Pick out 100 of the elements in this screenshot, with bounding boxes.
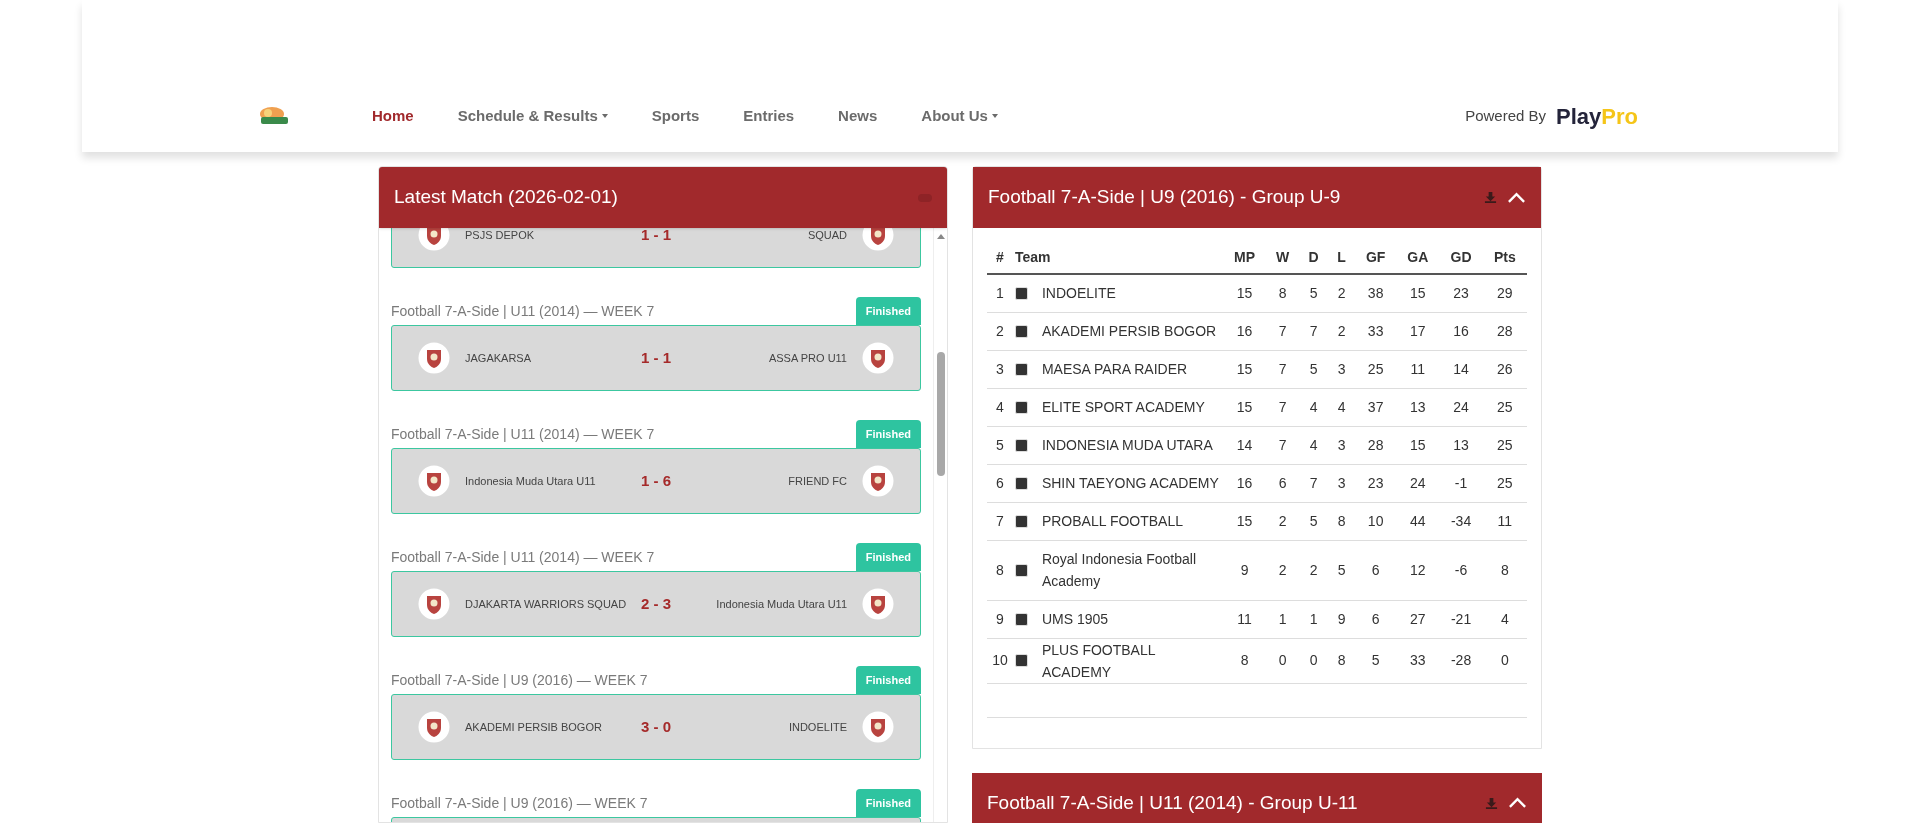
table-cell: 33 bbox=[1396, 638, 1440, 683]
column-header[interactable]: W bbox=[1266, 242, 1300, 274]
team-logo-icon bbox=[1014, 324, 1028, 338]
table-cell: 5 bbox=[1299, 350, 1329, 388]
table-cell: 16 bbox=[1222, 312, 1267, 350]
table-cell: 0 bbox=[1266, 638, 1300, 683]
nav-link[interactable]: Entries bbox=[743, 104, 795, 128]
team-name: DJAKARTA WARRIORS SQUAD bbox=[465, 597, 627, 612]
table-cell: 6 bbox=[987, 464, 1013, 502]
status-badge: Finished bbox=[855, 789, 921, 817]
column-header[interactable]: GA bbox=[1396, 242, 1440, 274]
match-card[interactable]: DJAKARTA WARRIORS SQUAD 2 - 3 Indonesia Muda Utara U11 bbox=[391, 571, 921, 637]
column-header[interactable]: # bbox=[987, 242, 1013, 274]
table-cell: -21 bbox=[1439, 600, 1483, 638]
table-cell: 13 bbox=[1396, 388, 1440, 426]
column-header[interactable]: D bbox=[1299, 242, 1329, 274]
column-header[interactable]: GD bbox=[1439, 242, 1483, 274]
crest-icon bbox=[418, 342, 450, 374]
team-logo-icon bbox=[1014, 438, 1028, 452]
table-cell: 13 bbox=[1439, 426, 1483, 464]
table-cell: 2 bbox=[1266, 502, 1300, 540]
table-cell: 4 bbox=[1482, 600, 1527, 638]
nav-link[interactable]: About Us bbox=[921, 104, 998, 128]
match-score: 1 - 1 bbox=[640, 228, 672, 245]
table-cell: 8 bbox=[1328, 502, 1356, 540]
download-icon[interactable] bbox=[1484, 191, 1497, 204]
table-cell: 23 bbox=[1439, 274, 1483, 312]
table-cell: 25 bbox=[1482, 426, 1527, 464]
nav-link[interactable]: Sports bbox=[651, 104, 700, 128]
team-name: Indonesia Muda Utara U11 bbox=[465, 474, 596, 489]
table-cell: 26 bbox=[1482, 350, 1527, 388]
download-icon[interactable] bbox=[1485, 796, 1498, 810]
team-name: AKADEMI PERSIB BOGOR bbox=[1041, 322, 1218, 341]
table-cell: 0 bbox=[1299, 638, 1329, 683]
team-name: ASSA PRO U11 bbox=[768, 351, 847, 366]
scrollbar[interactable] bbox=[933, 228, 947, 822]
nav-link[interactable]: Home bbox=[372, 104, 414, 128]
table-cell: 7 bbox=[1299, 312, 1329, 350]
match-card[interactable]: PSJS DEPOK 1 - 1 SQUAD bbox=[391, 228, 921, 268]
nav-link[interactable]: Schedule & Results bbox=[457, 104, 608, 128]
table-cell: 8 bbox=[1482, 540, 1527, 600]
table-cell: 16 bbox=[1222, 464, 1267, 502]
column-header[interactable]: Team bbox=[1012, 242, 1223, 274]
table-cell: 5 bbox=[1299, 274, 1329, 312]
column-header[interactable]: L bbox=[1328, 242, 1356, 274]
chevron-up-icon[interactable] bbox=[1507, 191, 1526, 204]
table-cell: 3 bbox=[1328, 426, 1356, 464]
match-group-label: Football 7-A-Side | U9 (2016) — WEEK 7 bbox=[391, 671, 648, 690]
crest-icon bbox=[418, 588, 450, 620]
table-cell: 7 bbox=[1266, 312, 1300, 350]
table-cell: 4 bbox=[1328, 388, 1356, 426]
team-logo-icon bbox=[1014, 654, 1028, 667]
team-name: SHIN TAEYONG ACADEMY bbox=[1041, 474, 1220, 493]
table-cell: 1 bbox=[1266, 600, 1300, 638]
match-group-label: Football 7-A-Side | U9 (2016) — WEEK 7 bbox=[391, 794, 648, 813]
table-cell: 8 bbox=[1222, 638, 1267, 683]
status-badge: Finished bbox=[855, 666, 921, 694]
table-cell: 25 bbox=[1482, 464, 1527, 502]
crest-icon bbox=[418, 465, 450, 497]
match-card[interactable]: AKADEMI PERSIB BOGOR 3 - 0 INDOELITE bbox=[391, 694, 921, 760]
table-cell: 4 bbox=[1299, 388, 1329, 426]
match-group-label: Football 7-A-Side | U11 (2014) — WEEK 7 bbox=[391, 548, 655, 567]
panel-title: Football 7-A-Side | U9 (2016) - Group U-9 bbox=[988, 185, 1341, 210]
team-logo-icon bbox=[1014, 286, 1028, 300]
table-cell: -6 bbox=[1439, 540, 1483, 600]
table-cell: 6 bbox=[1266, 464, 1300, 502]
column-header[interactable]: MP bbox=[1222, 242, 1267, 274]
panel-title: Football 7-A-Side | U11 (2014) - Group U-11 bbox=[987, 790, 1358, 815]
brand-logo[interactable]: PlayPro bbox=[1556, 99, 1638, 133]
status-badge: Finished bbox=[855, 297, 921, 325]
table-cell: -34 bbox=[1439, 502, 1483, 540]
column-header[interactable]: Pts bbox=[1482, 242, 1527, 274]
table-cell: 14 bbox=[1222, 426, 1267, 464]
table-cell: 11 bbox=[1222, 600, 1267, 638]
match-card[interactable]: JAGAKARSA 1 - 1 ASSA PRO U11 bbox=[391, 325, 921, 391]
match-card[interactable]: Indonesia Muda Utara U11 1 - 6 FRIEND FC bbox=[391, 448, 921, 514]
table-cell: 33 bbox=[1355, 312, 1397, 350]
table-cell: 6 bbox=[1355, 540, 1397, 600]
table-cell: 17 bbox=[1396, 312, 1440, 350]
column-header[interactable]: GF bbox=[1355, 242, 1397, 274]
team-name: PLUS FOOTBALL ACADEMY bbox=[1041, 640, 1156, 682]
table-cell: 25 bbox=[1482, 388, 1527, 426]
table-cell: 7 bbox=[987, 502, 1013, 540]
team-name: PSJS DEPOK bbox=[465, 228, 535, 243]
table-cell: 11 bbox=[1396, 350, 1440, 388]
table-cell: 1 bbox=[987, 274, 1013, 312]
table-cell: 11 bbox=[1482, 502, 1527, 540]
crest-icon bbox=[418, 711, 450, 743]
nav-link[interactable]: News bbox=[838, 104, 878, 128]
status-badge: Finished bbox=[855, 543, 921, 571]
table-cell: 3 bbox=[1328, 350, 1356, 388]
table-cell: 14 bbox=[1439, 350, 1483, 388]
team-logo-icon bbox=[1014, 563, 1028, 577]
table-cell: 8 bbox=[1266, 274, 1300, 312]
match-score: 1 - 6 bbox=[640, 470, 672, 491]
table-cell: 15 bbox=[1222, 502, 1267, 540]
chevron-up-icon[interactable] bbox=[1508, 797, 1527, 809]
logo-icon[interactable] bbox=[258, 105, 290, 127]
team-logo-icon bbox=[1014, 514, 1028, 528]
table-cell: 28 bbox=[1355, 426, 1397, 464]
